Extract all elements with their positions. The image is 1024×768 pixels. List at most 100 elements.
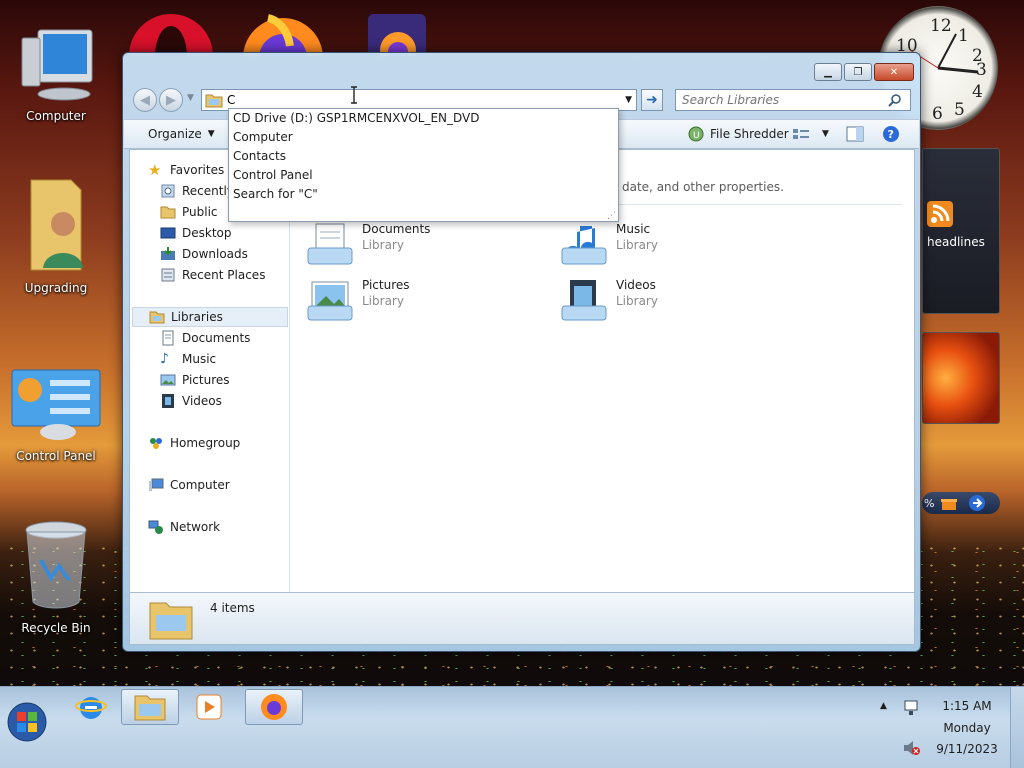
taskbar-internet-explorer[interactable] (62, 689, 120, 725)
library-name: Documents (362, 222, 431, 236)
desktop-icon-control-panel[interactable]: Control Panel (6, 366, 106, 463)
nav-documents[interactable]: Documents (160, 328, 250, 348)
nav-public[interactable]: Public (160, 202, 218, 222)
libraries-large-icon (149, 602, 193, 640)
maximize-button[interactable]: ❐ (844, 63, 872, 81)
file-shredder-button[interactable]: U File Shredder (688, 126, 789, 142)
nav-homegroup[interactable]: Homegroup (148, 433, 240, 453)
nav-label: Videos (182, 394, 222, 408)
preview-pane-icon[interactable] (846, 126, 864, 142)
taskbar: ▲ 1:15 AM Monday 9/11/2023 (0, 686, 1024, 768)
nav-label: Downloads (182, 247, 248, 261)
file-shredder-label: File Shredder (710, 127, 789, 141)
nav-label: Network (170, 520, 221, 534)
back-button[interactable]: ◀ (133, 88, 157, 112)
feed-headlines-gadget[interactable]: headlines (922, 148, 1000, 314)
autocomplete-item[interactable]: Search for "C" (229, 185, 618, 204)
cpu-meter-gadget[interactable]: % (922, 492, 1000, 514)
nav-videos[interactable]: Videos (160, 391, 222, 411)
show-hidden-icons-chevron-icon[interactable]: ▲ (880, 701, 887, 711)
desktop-icon-computer[interactable]: Computer (6, 24, 106, 123)
address-dropdown-chevron-icon[interactable]: ▼ (625, 95, 632, 105)
desktop-icon-label: Control Panel (16, 449, 96, 463)
chevron-down-icon: ▼ (822, 129, 829, 139)
videos-icon (162, 394, 174, 408)
views-menu[interactable]: ▼ (792, 127, 829, 141)
nav-music[interactable]: ♪ Music (160, 349, 216, 369)
search-box[interactable] (675, 89, 911, 111)
folder-icon (160, 206, 176, 219)
nav-pictures[interactable]: Pictures (160, 370, 230, 390)
libraries-folder-icon (205, 94, 223, 108)
documents-icon (162, 330, 174, 346)
library-music[interactable]: Music Library (560, 222, 790, 266)
desktop-icon (160, 227, 176, 239)
svg-text:?: ? (888, 128, 894, 141)
resize-grip-icon[interactable]: ⋰ (607, 211, 616, 221)
desktop-icon-recycle-bin[interactable]: Recycle Bin (6, 520, 106, 635)
forward-button[interactable]: ▶ (159, 88, 183, 112)
go-arrow-icon: ➜ (646, 92, 658, 108)
address-input[interactable] (227, 93, 617, 107)
nav-desktop[interactable]: Desktop (160, 223, 232, 243)
nav-label: Favorites (170, 163, 225, 177)
nav-libraries[interactable]: Libraries (132, 307, 288, 327)
close-button[interactable]: ✕ (874, 63, 914, 81)
clock-day[interactable]: Monday (934, 721, 1000, 735)
opera-icon[interactable] (128, 10, 214, 56)
organize-menu[interactable]: Organize ▼ (148, 127, 215, 141)
nav-favorites[interactable]: ★ Favorites (148, 160, 224, 180)
nav-recent-places[interactable]: Recent Places (160, 265, 265, 285)
address-autocomplete-list: CD Drive (D:) GSP1RMCENXVOL_EN_DVD Compu… (228, 108, 619, 222)
volume-muted-icon[interactable] (902, 739, 920, 757)
maximize-icon: ❐ (853, 66, 863, 78)
music-library-icon (561, 226, 607, 265)
nav-label: Libraries (171, 310, 223, 324)
show-desktop-button[interactable] (1010, 687, 1024, 768)
library-pictures[interactable]: Pictures Library (306, 278, 536, 322)
network-icon (148, 520, 163, 534)
taskbar-media-player[interactable] (180, 689, 238, 725)
taskbar-firefox[interactable] (245, 689, 303, 725)
nav-label: Recently (182, 184, 234, 198)
go-button[interactable]: ➜ (641, 89, 663, 111)
autocomplete-item[interactable]: Contacts (229, 147, 618, 166)
search-icon[interactable] (888, 93, 902, 107)
nav-network[interactable]: Network (148, 517, 220, 537)
clock-time[interactable]: 1:15 AM (934, 699, 1000, 713)
library-documents[interactable]: Documents Library (306, 222, 536, 266)
chevron-down-icon: ▼ (207, 129, 215, 139)
autocomplete-item[interactable]: Computer (229, 128, 618, 147)
control-panel-icon (11, 369, 101, 440)
downloads-icon (161, 247, 175, 260)
firefox-developer-icon[interactable] (362, 10, 432, 56)
network-tray-icon[interactable] (902, 699, 920, 717)
internet-explorer-icon (75, 697, 107, 719)
clock-date[interactable]: 9/11/2023 (934, 742, 1000, 756)
start-button[interactable] (6, 701, 48, 743)
documents-library-icon (307, 223, 353, 265)
window-caption-buttons: ▁ ❐ ✕ (814, 63, 914, 81)
help-icon[interactable]: ? (882, 125, 900, 143)
minimize-button[interactable]: ▁ (814, 63, 842, 81)
recycle-bin-icon (25, 521, 87, 609)
taskbar-windows-explorer[interactable] (121, 689, 179, 725)
nav-label: Recent Places (182, 268, 266, 282)
recent-pages-chevron-icon[interactable]: ▼ (187, 93, 194, 103)
library-type: Library (362, 238, 404, 252)
slideshow-gadget[interactable] (922, 332, 1000, 424)
library-videos[interactable]: Videos Library (560, 278, 790, 322)
nav-recently[interactable]: Recently (160, 181, 234, 201)
arrange-hint: date, and other properties. (622, 180, 784, 194)
firefox-icon[interactable] (238, 8, 328, 56)
search-input[interactable] (682, 93, 888, 107)
autocomplete-item[interactable]: Control Panel (229, 166, 618, 185)
autocomplete-item[interactable]: CD Drive (D:) GSP1RMCENXVOL_EN_DVD (229, 109, 618, 128)
feed-label: headlines (927, 235, 985, 249)
computer-icon (21, 29, 93, 101)
nav-computer[interactable]: Computer (148, 475, 230, 495)
desktop-icon-label: Computer (26, 109, 86, 123)
arrow-right-icon[interactable] (968, 494, 986, 512)
desktop-icon-upgrading[interactable]: Upgrading (6, 176, 106, 295)
nav-downloads[interactable]: Downloads (160, 244, 248, 264)
